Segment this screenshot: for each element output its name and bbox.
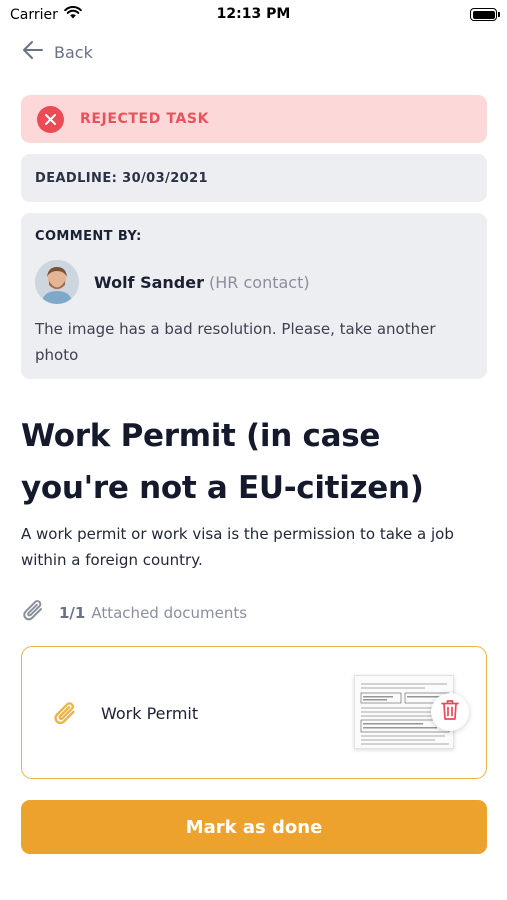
paperclip-icon: [21, 597, 47, 629]
trash-icon: [441, 699, 459, 725]
mark-as-done-button[interactable]: Mark as done: [21, 800, 487, 854]
back-label: Back: [54, 42, 93, 62]
close-icon: [37, 105, 64, 133]
attachment-name: Work Permit: [101, 704, 199, 723]
attachment-count: 1/1: [59, 604, 86, 622]
avatar: [35, 260, 79, 304]
task-description: A work permit or work visa is the permis…: [21, 525, 454, 569]
deadline-card: DEADLINE: 30/03/2021: [21, 154, 487, 202]
commenter-name: Wolf Sander: [94, 272, 204, 292]
comment-card: COMMENT BY: Wolf Sander (HR contact) The…: [21, 213, 487, 379]
status-bar: Carrier 12:13 PM: [0, 0, 507, 30]
commenter: Wolf Sander (HR contact): [35, 260, 310, 304]
comment-header: COMMENT BY:: [35, 229, 142, 244]
clock: 12:13 PM: [216, 6, 291, 22]
attachments-summary: 1/1 Attached documents: [21, 597, 247, 629]
battery-icon: [470, 8, 500, 21]
back-arrow-icon: [22, 40, 44, 64]
attachment-label: Attached documents: [91, 604, 248, 622]
comment-text: The image has a bad resolution. Please, …: [35, 320, 436, 364]
page-title: Work Permit (in case you're not a EU-cit…: [21, 418, 424, 506]
paperclip-icon: [52, 699, 80, 733]
deadline-text: DEADLINE: 30/03/2021: [35, 170, 208, 186]
status-label: REJECTED TASK: [80, 111, 210, 127]
delete-attachment-button[interactable]: [431, 693, 469, 731]
commenter-role: (HR contact): [209, 272, 310, 292]
attachment-card[interactable]: Work Permit: [21, 646, 487, 779]
back-button[interactable]: Back: [22, 40, 93, 64]
rejected-banner: REJECTED TASK: [21, 95, 487, 143]
